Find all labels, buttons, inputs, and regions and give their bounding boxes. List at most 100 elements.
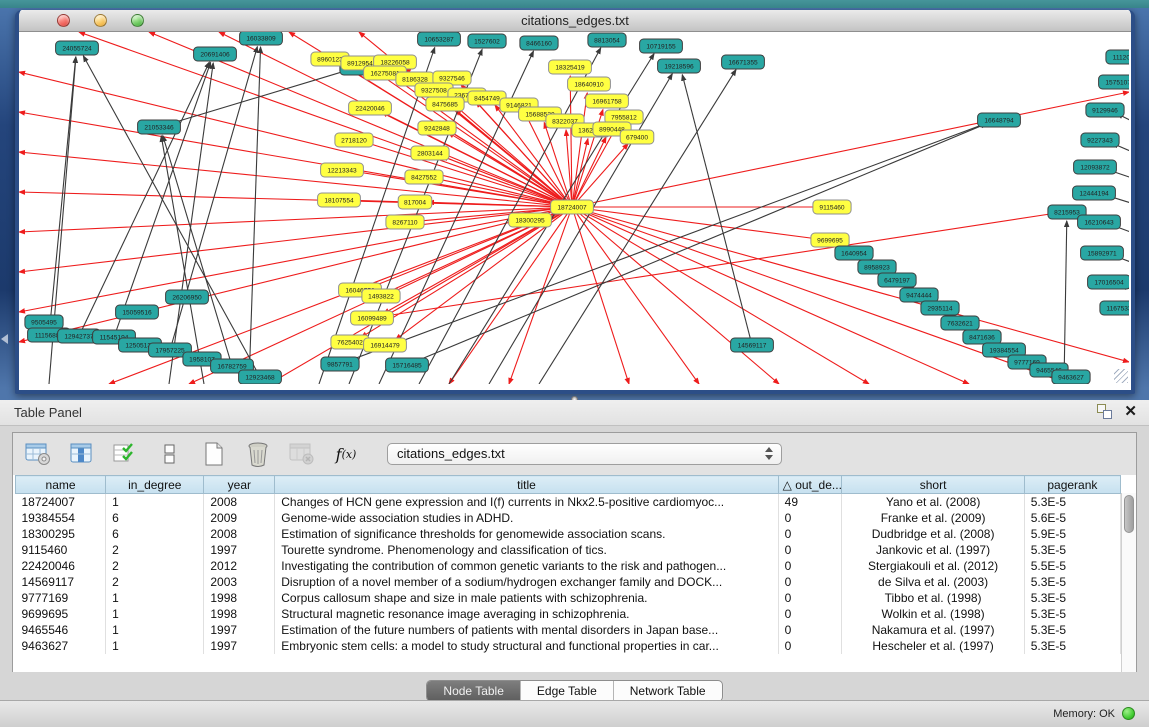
table-cell[interactable]: 5.9E-5 — [1024, 526, 1120, 542]
table-row[interactable]: 1938455462009Genome-wide association stu… — [16, 510, 1121, 526]
table-cell[interactable]: 22420046 — [16, 558, 106, 574]
graph-node[interactable]: 12213343 — [321, 163, 364, 177]
scrollbar-thumb[interactable] — [1124, 495, 1134, 533]
table-cell[interactable]: 5.3E-5 — [1024, 574, 1120, 590]
table-cell[interactable]: 0 — [778, 510, 842, 526]
table-cell[interactable]: Changes of HCN gene expression and I(f) … — [275, 494, 778, 510]
graph-node[interactable]: 12444194 — [1073, 186, 1116, 200]
table-cell[interactable]: 1 — [106, 622, 204, 638]
network-canvas[interactable]: 24055724 2069140616033809 10653287 1527602 8… — [19, 32, 1129, 384]
graph-node[interactable]: 18640910 — [568, 77, 611, 91]
graph-node[interactable]: 6479197 — [878, 273, 916, 287]
table-cell[interactable]: 0 — [778, 526, 842, 542]
column-header-pagerank[interactable]: pagerank — [1024, 476, 1120, 494]
graph-node[interactable]: 16099489 — [351, 311, 394, 325]
table-cell[interactable]: 0 — [778, 622, 842, 638]
graph-node[interactable]: 15751074 — [1099, 75, 1129, 89]
graph-node[interactable]: 18300295 — [509, 213, 552, 227]
table-cell[interactable]: Genome-wide association studies in ADHD. — [275, 510, 778, 526]
table-cell[interactable]: 9463627 — [16, 638, 106, 654]
table-cell[interactable]: 1 — [106, 606, 204, 622]
graph-node[interactable]: 14569117 — [731, 338, 774, 352]
graph-node[interactable]: 1640954 — [835, 246, 873, 260]
graph-node[interactable]: 1493822 — [362, 289, 400, 303]
table-cell[interactable]: 0 — [778, 638, 842, 654]
table-cell[interactable]: Investigating the contribution of common… — [275, 558, 778, 574]
tab-node-table[interactable]: Node Table — [427, 681, 521, 701]
table-cell[interactable]: 5.3E-5 — [1024, 494, 1120, 510]
column-header-title[interactable]: title — [275, 476, 778, 494]
graph-node[interactable]: 8813054 — [588, 33, 626, 47]
table-cell[interactable]: 1998 — [204, 590, 275, 606]
graph-node[interactable]: 8267110 — [386, 215, 424, 229]
graph-nodes[interactable]: 24055724 2069140616033809 10653287 1527602 8… — [25, 32, 1129, 384]
table-row[interactable]: 1456911722003Disruption of a novel membe… — [16, 574, 1121, 590]
graph-node[interactable]: 9129946 — [1086, 103, 1124, 117]
graph-node[interactable]: 24055724 — [56, 41, 99, 55]
create-column-icon[interactable] — [199, 439, 229, 469]
graph-node[interactable]: 9227343 — [1081, 133, 1119, 147]
graph-node[interactable]: 16210643 — [1078, 215, 1121, 229]
table-cell[interactable]: 2009 — [204, 510, 275, 526]
graph-node[interactable]: 16914479 — [364, 338, 407, 352]
table-cell[interactable]: Tibbo et al. (1998) — [842, 590, 1024, 606]
graph-node[interactable]: 8466160 — [520, 36, 558, 50]
graph-node[interactable]: 18107554 — [318, 193, 361, 207]
select-rows-icon[interactable] — [111, 439, 141, 469]
table-cell[interactable]: 5.3E-5 — [1024, 590, 1120, 606]
graph-node[interactable]: 9474444 — [900, 288, 938, 302]
graph-node[interactable]: 9242848 — [418, 121, 456, 135]
table-cell[interactable]: Nakamura et al. (1997) — [842, 622, 1024, 638]
graph-node[interactable]: 10653287 — [418, 32, 461, 46]
table-row[interactable]: 969969511998Structural magnetic resonanc… — [16, 606, 1121, 622]
table-row[interactable]: 1872400712008Changes of HCN gene express… — [16, 494, 1121, 510]
graph-node[interactable]: 21053346 — [138, 120, 181, 134]
table-cell[interactable]: 1997 — [204, 542, 275, 558]
table-cell[interactable]: Franke et al. (2009) — [842, 510, 1024, 526]
graph-node[interactable]: 1527602 — [468, 34, 506, 48]
table-cell[interactable]: 1997 — [204, 638, 275, 654]
column-header-out_de[interactable]: △ out_de... — [778, 476, 842, 494]
graph-node[interactable]: 2718120 — [335, 133, 373, 147]
graph-node[interactable]: 12093872 — [1074, 160, 1117, 174]
graph-node[interactable]: 9115460 — [813, 200, 851, 214]
table-cell[interactable]: 5.3E-5 — [1024, 542, 1120, 558]
table-cell[interactable]: 9699695 — [16, 606, 106, 622]
graph-node[interactable]: 15059516 — [116, 305, 159, 319]
table-cell[interactable]: Disruption of a novel member of a sodium… — [275, 574, 778, 590]
graph-node[interactable]: 8958923 — [858, 260, 896, 274]
table-cell[interactable]: 14569117 — [16, 574, 106, 590]
table-cell[interactable]: 9777169 — [16, 590, 106, 606]
graph-node[interactable]: 9857791 — [321, 357, 359, 371]
graph-node[interactable]: 17016504 — [1088, 275, 1129, 289]
collapse-west-panel-icon[interactable] — [1, 334, 8, 344]
graph-node[interactable]: 16671355 — [722, 55, 765, 69]
window-resize-grip[interactable] — [1114, 369, 1128, 383]
graph-node[interactable]: 16961758 — [586, 94, 629, 108]
column-header-name[interactable]: name — [16, 476, 106, 494]
table-cell[interactable]: Stergiakouli et al. (2012) — [842, 558, 1024, 574]
table-cell[interactable]: Yano et al. (2008) — [842, 494, 1024, 510]
table-cell[interactable]: 0 — [778, 542, 842, 558]
table-cell[interactable]: 0 — [778, 558, 842, 574]
graph-node[interactable]: 19218596 — [658, 59, 701, 73]
graph-node[interactable]: 26206950 — [166, 290, 209, 304]
toggle-rows-icon[interactable] — [155, 439, 185, 469]
graph-node[interactable]: 20691406 — [194, 47, 237, 61]
table-cell[interactable]: 18300295 — [16, 526, 106, 542]
table-cell[interactable]: 1 — [106, 638, 204, 654]
float-window-icon[interactable] — [1097, 404, 1112, 419]
table-scrollbar[interactable] — [1121, 493, 1136, 672]
table-cell[interactable]: Estimation of the future numbers of pati… — [275, 622, 778, 638]
graph-node[interactable]: 16033809 — [240, 32, 283, 45]
graph-node[interactable]: 18724007 — [551, 200, 594, 214]
table-cell[interactable]: Jankovic et al. (1997) — [842, 542, 1024, 558]
table-cell[interactable]: 2008 — [204, 494, 275, 510]
table-row[interactable]: 2242004622012Investigating the contribut… — [16, 558, 1121, 574]
graph-node[interactable]: 8471636 — [963, 330, 1001, 344]
table-cell[interactable]: 1997 — [204, 622, 275, 638]
column-header-year[interactable]: year — [204, 476, 275, 494]
table-cell[interactable]: 1998 — [204, 606, 275, 622]
delete-column-icon[interactable] — [243, 439, 273, 469]
network-window-titlebar[interactable]: citations_edges.txt — [19, 10, 1131, 32]
